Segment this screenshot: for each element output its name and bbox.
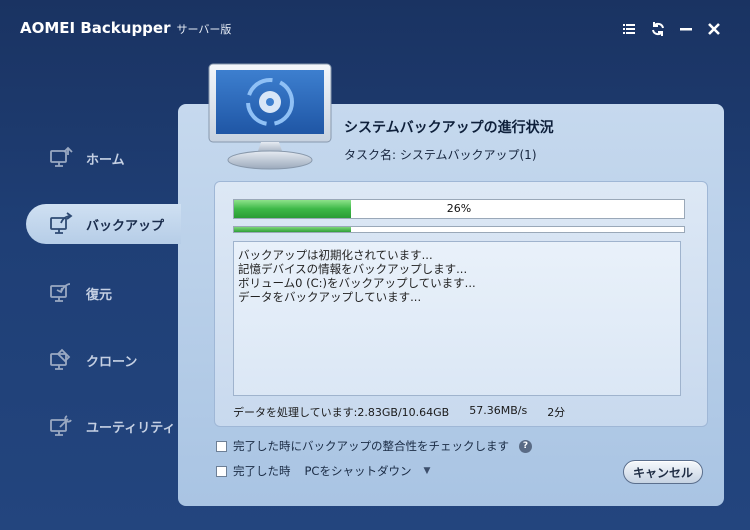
verify-checkbox[interactable] xyxy=(216,440,227,452)
verify-option[interactable]: 完了した時にバックアップの整合性をチェックします ? xyxy=(216,438,532,454)
menu-icon[interactable] xyxy=(620,20,638,38)
sidebar-item-utilities[interactable]: ユーティリティ xyxy=(48,406,175,446)
backup-icon xyxy=(48,211,74,237)
sidebar-item-label: 復元 xyxy=(86,287,113,303)
processed-data: データを処理しています:2.83GB/10.64GB xyxy=(233,406,450,419)
stats-row: データを処理しています:2.83GB/10.64GB 57.36MB/s 2分 xyxy=(233,404,565,420)
sidebar-item-backup[interactable]: バックアップ xyxy=(48,204,164,244)
close-icon[interactable] xyxy=(705,20,723,38)
sidebar-item-restore[interactable]: 復元 xyxy=(48,273,112,313)
progress-percent: 26% xyxy=(446,202,472,215)
app-edition: サーバー版 xyxy=(176,23,232,36)
refresh-icon[interactable] xyxy=(649,20,667,38)
shutdown-label: 完了した時 xyxy=(233,464,291,478)
log-line: データをバックアップしています... xyxy=(238,290,422,304)
help-icon[interactable]: ? xyxy=(519,439,532,453)
sidebar-item-label: ホーム xyxy=(86,152,125,168)
page-title: システムバックアップの進行状況 xyxy=(344,120,554,136)
progress-bar: 26% xyxy=(233,199,685,219)
sub-progress-fill xyxy=(234,227,351,232)
log-line: バックアップは初期化されています... xyxy=(238,248,433,262)
log-area[interactable]: バックアップは初期化されています... 記憶デバイスの情報をバックアップします.… xyxy=(233,241,681,396)
log-line: 記憶デバイスの情報をバックアップします... xyxy=(238,262,468,276)
sidebar-item-label: ユーティリティ xyxy=(86,420,176,436)
cancel-button[interactable]: キャンセル xyxy=(623,460,703,484)
home-monitor-icon xyxy=(48,145,74,171)
remaining-time: 2分 xyxy=(547,406,566,419)
shutdown-select[interactable]: PCをシャットダウン xyxy=(305,463,412,479)
transfer-speed: 57.36MB/s xyxy=(469,404,528,417)
log-line: ボリューム0 (C:)をバックアップしています... xyxy=(238,276,476,290)
verify-label: 完了した時にバックアップの整合性をチェックします xyxy=(233,439,509,453)
restore-icon xyxy=(48,280,74,306)
app-title: AOMEI Backupper xyxy=(20,19,171,37)
sidebar-item-clone[interactable]: クローン xyxy=(48,340,137,380)
shutdown-option[interactable]: 完了した時 PCをシャットダウン ▼ xyxy=(216,463,430,479)
minimize-icon[interactable] xyxy=(677,20,695,38)
sub-progress-bar xyxy=(233,226,685,233)
app-window: AOMEI Backupper サーバー版 ホーム バックアップ 復元 クローン… xyxy=(0,0,750,530)
task-name: タスク名: システムバックアップ(1) xyxy=(344,148,537,162)
window-title: AOMEI Backupper サーバー版 xyxy=(20,19,231,37)
sidebar-item-label: バックアップ xyxy=(86,218,165,234)
clone-icon xyxy=(48,347,74,373)
chevron-down-icon[interactable]: ▼ xyxy=(423,466,430,476)
utilities-icon xyxy=(48,413,74,439)
shutdown-checkbox[interactable] xyxy=(216,465,227,477)
backup-monitor-icon xyxy=(205,62,335,174)
sidebar-item-home[interactable]: ホーム xyxy=(48,138,125,178)
sidebar-item-label: クローン xyxy=(86,354,138,370)
